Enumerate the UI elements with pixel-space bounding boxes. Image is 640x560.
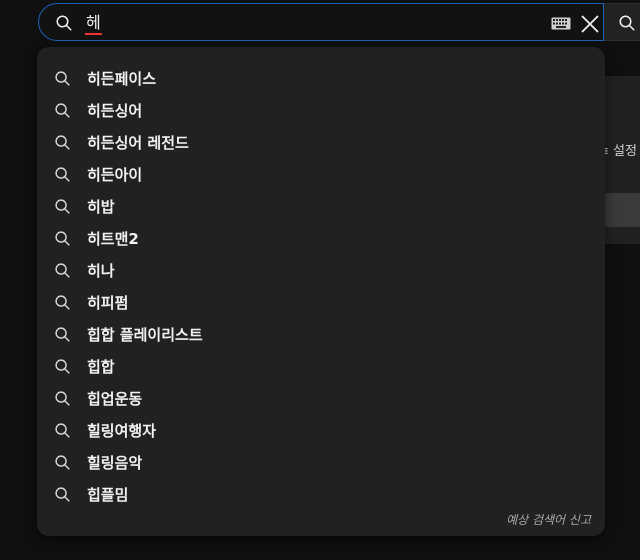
suggestion-item[interactable]: 힙합 플레이리스트: [37, 319, 605, 351]
suggestion-label: 히피펌: [87, 294, 129, 312]
search-button[interactable]: [604, 3, 640, 41]
report-suggestions-link[interactable]: 예상 검색어 신고: [506, 511, 591, 528]
suggestion-item[interactable]: 힙플밈: [37, 479, 605, 511]
suggestion-item[interactable]: 히트맨2: [37, 223, 605, 255]
suggestion-list: 히든페이스 히든싱어 히든싱어 레전드 히든아이 히밥 히트맨2 히나 히피펌 …: [37, 63, 605, 511]
close-icon[interactable]: [579, 13, 601, 35]
suggestion-item[interactable]: 히든싱어 레전드: [37, 127, 605, 159]
suggestion-item[interactable]: 힙합: [37, 351, 605, 383]
suggestion-item[interactable]: 히든싱어: [37, 95, 605, 127]
search-icon: [56, 15, 72, 31]
search-icon: [55, 391, 70, 406]
search-icon: [55, 295, 70, 310]
search-button-icon: [619, 15, 635, 31]
search-icon: [55, 263, 70, 278]
suggestion-item[interactable]: 히피펌: [37, 287, 605, 319]
suggestion-item[interactable]: 힐링음악: [37, 447, 605, 479]
suggestion-label: 힐링여행자: [87, 422, 157, 440]
suggestion-item[interactable]: 힐링여행자: [37, 415, 605, 447]
search-icon: [55, 71, 70, 86]
search-suggestions-dropdown: 히든페이스 히든싱어 히든싱어 레전드 히든아이 히밥 히트맨2 히나 히피펌 …: [37, 47, 605, 536]
search-icon: [55, 103, 70, 118]
suggestion-label: 히나: [87, 262, 115, 280]
suggestion-label: 힐링음악: [87, 454, 143, 472]
search-icon: [55, 359, 70, 374]
suggestion-label: 히든싱어: [87, 102, 143, 120]
suggestion-label: 힙플밈: [87, 486, 129, 504]
search-input-text[interactable]: 헤: [85, 13, 102, 35]
suggestion-label: 히든아이: [87, 166, 143, 184]
search-icon: [55, 327, 70, 342]
search-icon: [55, 455, 70, 470]
suggestion-label: 히든싱어 레전드: [87, 134, 189, 152]
suggestion-item[interactable]: 히밥: [37, 191, 605, 223]
search-icon: [55, 199, 70, 214]
suggestion-label: 히밥: [87, 198, 115, 216]
suggestion-label: 힙합 플레이리스트: [87, 326, 203, 344]
suggestion-label: 힙합: [87, 358, 115, 376]
search-icon: [55, 231, 70, 246]
suggestion-item[interactable]: 히나: [37, 255, 605, 287]
search-icon: [55, 487, 70, 502]
page: ≡ 설정 헤 히든페이스 히든싱어 히든싱어 레전드 히든아이 히밥 히트맨2 …: [0, 0, 640, 560]
suggestion-item[interactable]: 히든아이: [37, 159, 605, 191]
suggestion-label: 히트맨2: [87, 230, 139, 248]
search-icon: [55, 423, 70, 438]
keyboard-icon[interactable]: [551, 17, 571, 30]
suggestion-item[interactable]: 히든페이스: [37, 63, 605, 95]
suggestion-label: 힙업운동: [87, 390, 143, 408]
suggestion-label: 히든페이스: [87, 70, 157, 88]
search-icon: [55, 167, 70, 182]
suggestion-item[interactable]: 힙업운동: [37, 383, 605, 415]
search-box[interactable]: 헤: [38, 3, 604, 41]
search-icon: [55, 135, 70, 150]
